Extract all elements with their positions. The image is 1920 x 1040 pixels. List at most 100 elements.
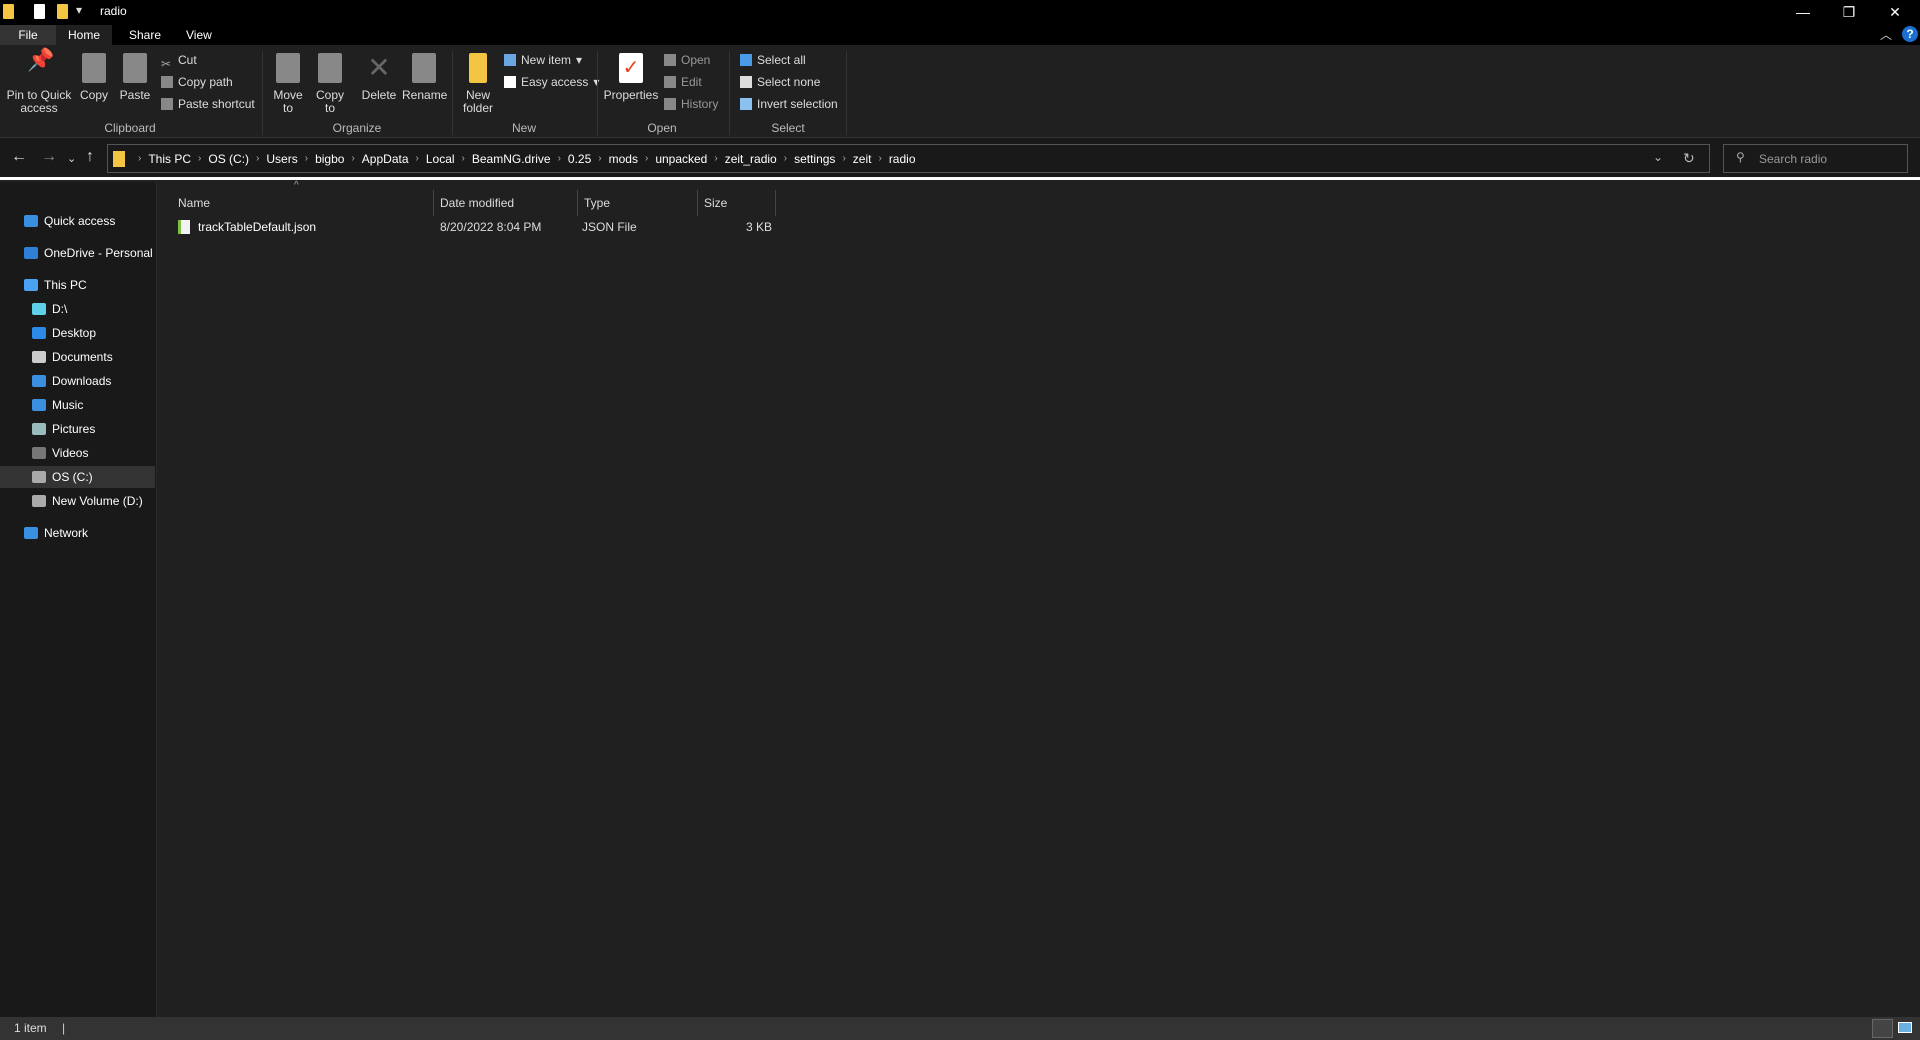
details-view-button[interactable]	[1872, 1019, 1893, 1038]
chevron-right-icon[interactable]: ›	[198, 153, 201, 164]
chevron-right-icon[interactable]: ›	[645, 153, 648, 164]
chevron-right-icon[interactable]: ›	[784, 153, 787, 164]
select-none-button[interactable]: Select none	[740, 72, 820, 92]
sidebar-item[interactable]: New Volume (D:)	[0, 490, 155, 512]
new-item-icon	[504, 54, 516, 66]
chevron-right-icon[interactable]: ›	[842, 153, 845, 164]
sidebar-item-label: Documents	[52, 350, 113, 364]
chevron-down-icon[interactable]: ⌄	[1653, 150, 1663, 164]
sidebar-item[interactable]: Quick access	[0, 210, 155, 232]
collapse-ribbon-icon[interactable]: ︿	[1880, 26, 1892, 43]
column-header-name[interactable]: Name	[172, 190, 434, 216]
breadcrumb-item[interactable]: unpacked	[655, 152, 707, 166]
move-to-button[interactable]: Move to	[268, 53, 308, 115]
breadcrumb-item[interactable]: Local	[426, 152, 455, 166]
properties-quick-icon[interactable]	[34, 4, 45, 19]
chevron-right-icon[interactable]: ›	[558, 153, 561, 164]
breadcrumb-item[interactable]: radio	[889, 152, 916, 166]
chevron-right-icon[interactable]: ›	[256, 153, 259, 164]
select-all-button[interactable]: Select all	[740, 50, 806, 70]
history-button[interactable]: History	[664, 94, 718, 114]
up-button[interactable]: ↑	[86, 148, 94, 166]
tab-home[interactable]: Home	[56, 25, 112, 45]
breadcrumb-item[interactable]: zeit_radio	[725, 152, 777, 166]
sidebar-item[interactable]: Downloads	[0, 370, 155, 392]
breadcrumb-item[interactable]: Users	[266, 152, 297, 166]
sidebar-item[interactable]: Desktop	[0, 322, 155, 344]
breadcrumb-item[interactable]: OS (C:)	[208, 152, 249, 166]
sidebar-item[interactable]: Videos	[0, 442, 155, 464]
folder-icon	[3, 4, 14, 19]
sidebar-item[interactable]: Pictures	[0, 418, 155, 440]
refresh-icon[interactable]: ↻	[1683, 150, 1695, 167]
chevron-right-icon[interactable]: ›	[878, 153, 881, 164]
move-icon	[276, 53, 300, 83]
easy-access-button[interactable]: Easy access▾	[504, 72, 599, 92]
copy-to-button[interactable]: Copy to	[310, 53, 350, 115]
back-button[interactable]: ←	[11, 148, 27, 166]
column-header-date-modified[interactable]: Date modified	[434, 190, 578, 216]
paste-button[interactable]: Paste	[116, 53, 154, 102]
breadcrumb-item[interactable]: 0.25	[568, 152, 591, 166]
help-icon[interactable]: ?	[1902, 26, 1918, 42]
breadcrumb-item[interactable]: This PC	[148, 152, 191, 166]
breadcrumb-item[interactable]: AppData	[362, 152, 409, 166]
copy-path-button[interactable]: Copy path	[161, 72, 233, 92]
restore-button[interactable]: ❐	[1826, 0, 1872, 24]
sidebar-item[interactable]: D:\	[0, 298, 155, 320]
file-row[interactable]: trackTableDefault.json 8/20/2022 8:04 PM…	[172, 217, 776, 237]
delete-button[interactable]: ✕ Delete	[358, 53, 400, 102]
sidebar-item[interactable]: Network	[0, 522, 155, 544]
new-item-button[interactable]: New item ▾	[504, 50, 582, 70]
sidebar-item[interactable]: Documents	[0, 346, 155, 368]
address-bar-row: ← → ⌄ ↑ › This PC › OS (C:) › Users › bigbo › Ap…	[0, 138, 1920, 180]
divider	[846, 51, 847, 135]
large-icons-view-button[interactable]	[1898, 1022, 1912, 1033]
sidebar-item[interactable]: OS (C:)	[0, 466, 155, 488]
breadcrumb-item[interactable]: mods	[609, 152, 638, 166]
properties-button[interactable]: ✓ Properties	[602, 53, 660, 102]
tab-view[interactable]: View	[172, 25, 226, 45]
paste-shortcut-button[interactable]: Paste shortcut	[161, 94, 255, 114]
customize-quick-access-icon[interactable]: ▾	[76, 3, 82, 17]
chevron-right-icon[interactable]: ›	[305, 153, 308, 164]
edit-button[interactable]: Edit	[664, 72, 702, 92]
easy-access-icon	[504, 76, 516, 88]
rename-button[interactable]: Rename	[402, 53, 447, 102]
chevron-right-icon[interactable]: ›	[416, 153, 419, 164]
forward-button[interactable]: →	[41, 148, 57, 166]
cut-button[interactable]: ✂ Cut	[161, 50, 197, 71]
breadcrumb-item[interactable]: zeit	[853, 152, 872, 166]
address-bar[interactable]: › This PC › OS (C:) › Users › bigbo › AppData › Lo…	[107, 144, 1710, 173]
chevron-right-icon[interactable]: ›	[462, 153, 465, 164]
chevron-right-icon[interactable]: ›	[351, 153, 354, 164]
chevron-right-icon[interactable]: ›	[714, 153, 717, 164]
breadcrumb-item[interactable]: BeamNG.drive	[472, 152, 551, 166]
new-folder-quick-icon[interactable]	[57, 4, 68, 19]
sidebar-item[interactable]: OneDrive - Personal	[0, 242, 155, 264]
invert-selection-button[interactable]: Invert selection	[740, 94, 838, 114]
chevron-right-icon[interactable]: ›	[598, 153, 601, 164]
open-button[interactable]: Open	[664, 50, 710, 70]
copy-button[interactable]: Copy	[76, 53, 112, 102]
tab-share[interactable]: Share	[115, 25, 175, 45]
close-button[interactable]: ✕	[1872, 0, 1918, 24]
music-icon	[32, 399, 46, 411]
breadcrumb-item[interactable]: settings	[794, 152, 835, 166]
recent-locations-button[interactable]: ⌄	[67, 152, 76, 165]
sidebar-item[interactable]: This PC	[0, 274, 155, 296]
new-folder-button[interactable]: New folder	[456, 53, 500, 115]
navigation-pane[interactable]: Quick access OneDrive - Personal This PC D:…	[0, 182, 157, 1017]
paste-shortcut-icon	[161, 98, 173, 110]
pin-to-quick-access-button[interactable]: 📌 Pin to Quick access	[6, 49, 72, 115]
sidebar-item-label: Quick access	[44, 214, 116, 228]
minimize-button[interactable]: —	[1780, 0, 1826, 24]
column-header-type[interactable]: Type	[578, 190, 698, 216]
cloud-icon	[24, 247, 38, 259]
column-header-size[interactable]: Size	[698, 190, 776, 216]
sidebar-item[interactable]: Music	[0, 394, 155, 416]
breadcrumb-item[interactable]: bigbo	[315, 152, 344, 166]
download-icon	[32, 375, 46, 387]
tab-file[interactable]: File	[0, 25, 56, 45]
search-input[interactable]: ⚲ Search radio	[1723, 144, 1908, 173]
